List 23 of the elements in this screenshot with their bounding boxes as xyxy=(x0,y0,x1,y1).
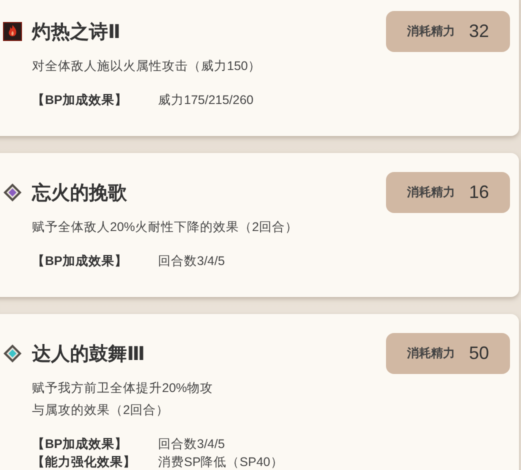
diamond-icon xyxy=(3,344,22,363)
effect-value: 威力175/215/260 xyxy=(158,92,254,109)
diamond-icon xyxy=(3,183,22,202)
cost-value: 16 xyxy=(468,182,490,203)
skill-description: 对全体敌人施以火属性攻击（威力150） xyxy=(32,58,262,75)
skill-description: 赋予我方前卫全体提升20%物攻 与属攻的效果（2回合） xyxy=(32,380,214,419)
effect-label: 【BP加成效果】 xyxy=(32,253,128,270)
effect-value: 回合数3/4/5 xyxy=(158,253,225,270)
flame-icon xyxy=(3,22,22,41)
effect-value: 回合数3/4/5 xyxy=(158,436,225,453)
effect-label: 【能力强化效果】 xyxy=(32,454,137,470)
effect-value: 消费SP降低（SP40） xyxy=(158,454,284,470)
cost-value: 32 xyxy=(468,21,490,42)
effect-label: 【BP加成效果】 xyxy=(32,436,128,453)
skill-description: 赋予全体敌人20%火耐性下降的效果（2回合） xyxy=(32,219,299,236)
effect-label: 【BP加成效果】 xyxy=(32,92,128,109)
cost-value: 50 xyxy=(468,343,490,364)
skill-title: 灼热之诗Ⅱ xyxy=(32,20,122,44)
cost-label: 消耗精力 xyxy=(406,184,455,201)
cost-label: 消耗精力 xyxy=(406,345,455,362)
cost-label: 消耗精力 xyxy=(406,23,455,40)
skill-title: 忘火的挽歌 xyxy=(32,181,128,206)
skill-title: 达人的鼓舞Ⅲ xyxy=(32,342,146,366)
